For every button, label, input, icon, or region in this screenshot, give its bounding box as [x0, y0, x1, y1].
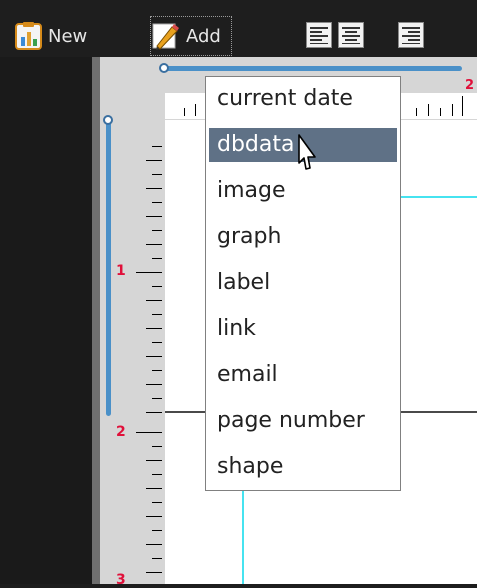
ruler-tick	[152, 502, 162, 503]
mouse-pointer-icon	[298, 134, 316, 170]
ruler-tick	[152, 230, 162, 231]
ruler-tick	[452, 104, 453, 116]
ruler-tick	[146, 300, 162, 301]
ruler-tick	[152, 146, 162, 147]
align-center-button[interactable]	[338, 22, 364, 48]
section-divider	[165, 411, 205, 413]
vertical-ruler	[116, 120, 164, 584]
align-left-button[interactable]	[306, 22, 332, 48]
align-right-icon	[402, 27, 420, 44]
toolbar: New Add	[0, 0, 477, 57]
ruler-number: 2	[116, 424, 126, 440]
ruler-tick	[146, 544, 162, 545]
ruler-tick	[152, 314, 162, 315]
ruler-tick	[152, 174, 162, 175]
ruler-tick	[146, 216, 162, 217]
left-panel	[0, 57, 92, 584]
align-left-icon	[310, 27, 328, 44]
align-center-icon	[342, 27, 360, 44]
ruler-number: 2	[465, 78, 475, 93]
new-button[interactable]: New	[14, 16, 110, 56]
ruler-tick	[184, 108, 185, 116]
ruler-tick	[146, 460, 162, 461]
menu-item-link[interactable]: link	[209, 312, 397, 346]
ruler-tick	[416, 108, 417, 116]
ruler-tick	[146, 160, 162, 161]
ruler-tick	[152, 474, 162, 475]
add-button[interactable]: Add	[150, 16, 232, 56]
pencil-icon	[152, 23, 179, 50]
ruler-tick	[146, 488, 162, 489]
ruler-tick	[146, 572, 162, 573]
menu-item-email[interactable]: email	[209, 358, 397, 392]
ruler-tick	[152, 370, 162, 371]
vertical-margin-handle[interactable]	[103, 115, 113, 125]
menu-item-current-date[interactable]: current date	[209, 82, 397, 116]
ruler-tick	[152, 446, 162, 447]
menu-item-page-number[interactable]: page number	[209, 404, 397, 438]
ruler-tick	[146, 384, 162, 385]
horizontal-margin-slider[interactable]	[162, 66, 462, 71]
ruler-tick	[152, 202, 162, 203]
ruler-tick	[152, 398, 162, 399]
ruler-tick	[152, 258, 162, 259]
menu-item-label[interactable]: label	[209, 266, 397, 300]
menu-item-graph[interactable]: graph	[209, 220, 397, 254]
report-chart-icon	[15, 22, 42, 50]
ruler-number: 3	[116, 572, 126, 588]
guide-line	[242, 490, 244, 584]
section-divider	[401, 411, 477, 413]
ruler-tick	[195, 104, 196, 116]
ruler-tick	[136, 432, 162, 433]
ruler-tick	[146, 356, 162, 357]
ruler-tick	[152, 558, 162, 559]
vertical-margin-slider[interactable]	[106, 120, 111, 416]
ruler-tick	[152, 286, 162, 287]
ruler-tick	[146, 328, 162, 329]
ruler-tick	[152, 342, 162, 343]
ruler-tick	[440, 108, 441, 116]
ruler-tick	[146, 412, 162, 413]
menu-item-shape[interactable]: shape	[209, 450, 397, 484]
new-button-label: New	[48, 25, 88, 47]
ruler-tick	[146, 516, 162, 517]
ruler-tick	[428, 104, 429, 116]
ruler-tick	[136, 272, 162, 273]
ruler-tick	[146, 244, 162, 245]
ruler-tick	[152, 530, 162, 531]
ruler-tick	[146, 188, 162, 189]
vertical-ruler-strip	[92, 57, 100, 584]
align-right-button[interactable]	[398, 22, 424, 48]
add-button-label: Add	[186, 25, 221, 47]
ruler-tick	[462, 96, 463, 116]
ruler-number: 1	[116, 263, 126, 279]
horizontal-margin-handle[interactable]	[159, 63, 169, 73]
